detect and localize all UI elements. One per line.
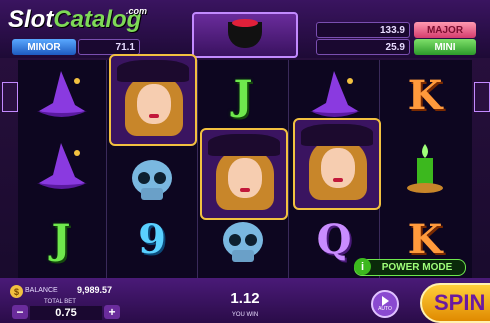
skull-icon [132,160,172,200]
reel-cell [18,132,104,202]
witch-symbol [293,118,381,210]
spin-button[interactable]: SPIN [420,283,490,323]
witch-symbol [109,54,197,146]
left-lamp-icon [2,82,18,112]
minor-jackpot-label: MINOR [12,39,76,55]
reel-3: J [200,60,289,278]
reel-5: K K [382,60,470,278]
watermark-logo: SlotCatalog .com [8,6,148,33]
mini-jackpot-label: MINI [414,39,476,55]
right-lamp-icon [474,82,490,112]
win-amount: 1.12 [230,290,260,307]
spin-label: SPIN [434,290,486,315]
symbol-9: 9 [138,215,166,263]
reel-cell [18,60,104,130]
symbol-q: Q [316,215,352,263]
reel-cell: J [200,60,286,130]
reel-cell: K [382,60,468,130]
witch-symbol [200,128,288,220]
witch-hat-icon [37,143,87,189]
coin-icon: $ [10,285,23,298]
reel-cell: 9 [109,204,195,274]
witch-hat-icon [37,71,87,117]
reel-cell [382,132,468,202]
reel-1: J [18,60,107,278]
symbol-j: J [51,215,71,263]
auto-spin-button[interactable]: AUTO [371,290,399,318]
witch-hat-icon [310,71,360,117]
minor-jackpot-value: 71.1 [78,39,140,55]
total-bet-value: 0.75 [30,306,102,320]
info-icon[interactable]: i [354,258,371,275]
balance-value: 9,989.57 [76,285,112,295]
balance-label: BALANCE [25,287,58,294]
reel-cell [200,208,286,278]
play-icon [381,296,389,306]
candle-icon [407,144,443,193]
reel-cell: J [18,204,104,274]
major-jackpot-value: 133.9 [316,22,410,38]
symbol-j: J [233,71,253,119]
decrease-bet-button[interactable]: − [12,305,28,319]
major-jackpot-label: MAJOR [414,22,476,38]
cauldron-emblem [192,12,298,58]
power-mode-label: POWER MODE [381,262,453,273]
win-label: YOU WIN [231,312,259,318]
increase-bet-button[interactable]: + [104,305,120,319]
reel-grid: J 9 J Q K K [18,54,472,278]
cauldron-icon [228,19,262,48]
symbol-k: K [407,71,443,119]
total-bet-label: TOTAL BET [44,299,76,305]
symbol-k: K [407,215,443,263]
mini-jackpot-value: 25.9 [316,39,410,55]
reel-2: 9 [109,54,198,278]
auto-label: AUTO [378,306,392,312]
reel-4: Q [291,60,381,278]
skull-icon [223,222,263,262]
